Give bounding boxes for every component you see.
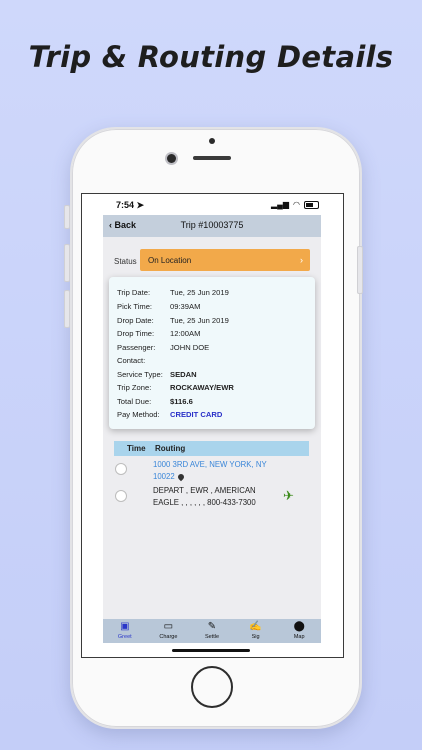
drop-date-value: Tue, 25 Jun 2019 xyxy=(170,316,229,325)
id-card-icon: ▣ xyxy=(120,621,130,632)
drop-date-label: Drop Date: xyxy=(117,316,154,325)
tab-greet-label: Greet xyxy=(117,634,132,640)
service-type-value: SEDAN xyxy=(170,370,197,379)
home-button[interactable] xyxy=(191,666,233,708)
tab-map[interactable]: ⬤ Map xyxy=(277,619,321,643)
drop-time-value: 12:00AM xyxy=(170,329,201,338)
signal-icon: ▂▄▆ xyxy=(271,200,290,209)
credit-card-icon: ▭ xyxy=(163,621,174,632)
nav-title: Trip #10003775 xyxy=(180,220,244,230)
tab-charge-label: Charge xyxy=(159,634,178,640)
tab-settle-label: Settle xyxy=(204,634,220,640)
tab-settle[interactable]: ✎ Settle xyxy=(190,619,234,643)
chevron-right-icon: › xyxy=(300,255,303,265)
pay-method-label: Pay Method: xyxy=(117,410,160,419)
map-pin-icon xyxy=(176,472,185,482)
stop-2-text: DEPART , EWR , AMERICAN EAGLE , , , , , … xyxy=(153,486,256,507)
status-select[interactable]: On Location › xyxy=(140,249,310,271)
pick-time-value: 09:39AM xyxy=(170,302,201,311)
stop-1-address-link[interactable]: 1000 3RD AVE, NEW YORK, NY 10022 xyxy=(153,459,283,483)
home-indicator xyxy=(172,649,250,652)
trip-zone-label: Trip Zone: xyxy=(117,383,152,392)
volume-up-button xyxy=(64,244,70,282)
status-time: 7:54 ➤ xyxy=(116,200,145,210)
status-icons: ▂▄▆ ◠ xyxy=(271,200,319,209)
stop-2-radio[interactable] xyxy=(115,490,127,502)
trip-app: ‹ Back Trip #10003775 Status On Location… xyxy=(103,215,321,643)
power-button xyxy=(357,246,363,294)
map-pin-icon: ⬤ xyxy=(293,621,305,632)
earpiece-speaker xyxy=(193,156,231,160)
passenger-label: Passenger: xyxy=(117,343,156,352)
pay-method-value: CREDIT CARD xyxy=(170,410,223,419)
trip-date-label: Trip Date: xyxy=(117,288,151,297)
tab-charge[interactable]: ▭ Charge xyxy=(147,619,191,643)
tab-map-label: Map xyxy=(293,634,305,640)
service-type-label: Service Type: xyxy=(117,370,163,379)
drop-time-label: Drop Time: xyxy=(117,329,155,338)
trip-zone-value: ROCKAWAY/EWR xyxy=(170,383,234,392)
pick-time-label: Pick Time: xyxy=(117,302,153,311)
time-column-header: Time xyxy=(127,444,146,453)
proximity-sensor xyxy=(209,138,215,144)
tab-sig[interactable]: ✍ Sig xyxy=(234,619,278,643)
bottom-tab-bar: ▣ Greet ▭ Charge ✎ Settle ✍ Sig ⬤ Map xyxy=(103,619,321,643)
airplane-icon: ✈ xyxy=(283,488,294,503)
phone-screen: 7:54 ➤ ▂▄▆ ◠ ‹ Back Trip #10003775 Statu… xyxy=(81,193,344,658)
passenger-value: JOHN DOE xyxy=(170,343,210,352)
routing-column-header: Routing xyxy=(155,444,186,453)
wifi-icon: ◠ xyxy=(293,200,300,209)
trip-info-card: Trip Date: Tue, 25 Jun 2019 Pick Time: 0… xyxy=(109,277,315,429)
total-due-label: Total Due: xyxy=(117,397,152,406)
nav-bar: ‹ Back Trip #10003775 xyxy=(103,215,321,237)
tab-greet[interactable]: ▣ Greet xyxy=(103,619,147,643)
front-camera xyxy=(167,154,176,163)
tab-sig-label: Sig xyxy=(251,634,260,640)
status-value: On Location xyxy=(148,256,192,265)
total-due-value: $116.6 xyxy=(170,397,193,406)
edit-icon: ✍ xyxy=(249,621,262,632)
mute-switch xyxy=(64,205,70,229)
battery-icon xyxy=(304,200,319,209)
trip-date-value: Tue, 25 Jun 2019 xyxy=(170,288,229,297)
routing-table-header: Time Routing xyxy=(114,441,309,456)
stop-1-radio[interactable] xyxy=(115,463,127,475)
status-label: Status xyxy=(114,257,137,266)
page-headline: Trip & Routing Details xyxy=(28,40,394,74)
contact-label: Contact: xyxy=(117,356,146,365)
pencil-icon: ✎ xyxy=(207,621,217,632)
volume-down-button xyxy=(64,290,70,328)
